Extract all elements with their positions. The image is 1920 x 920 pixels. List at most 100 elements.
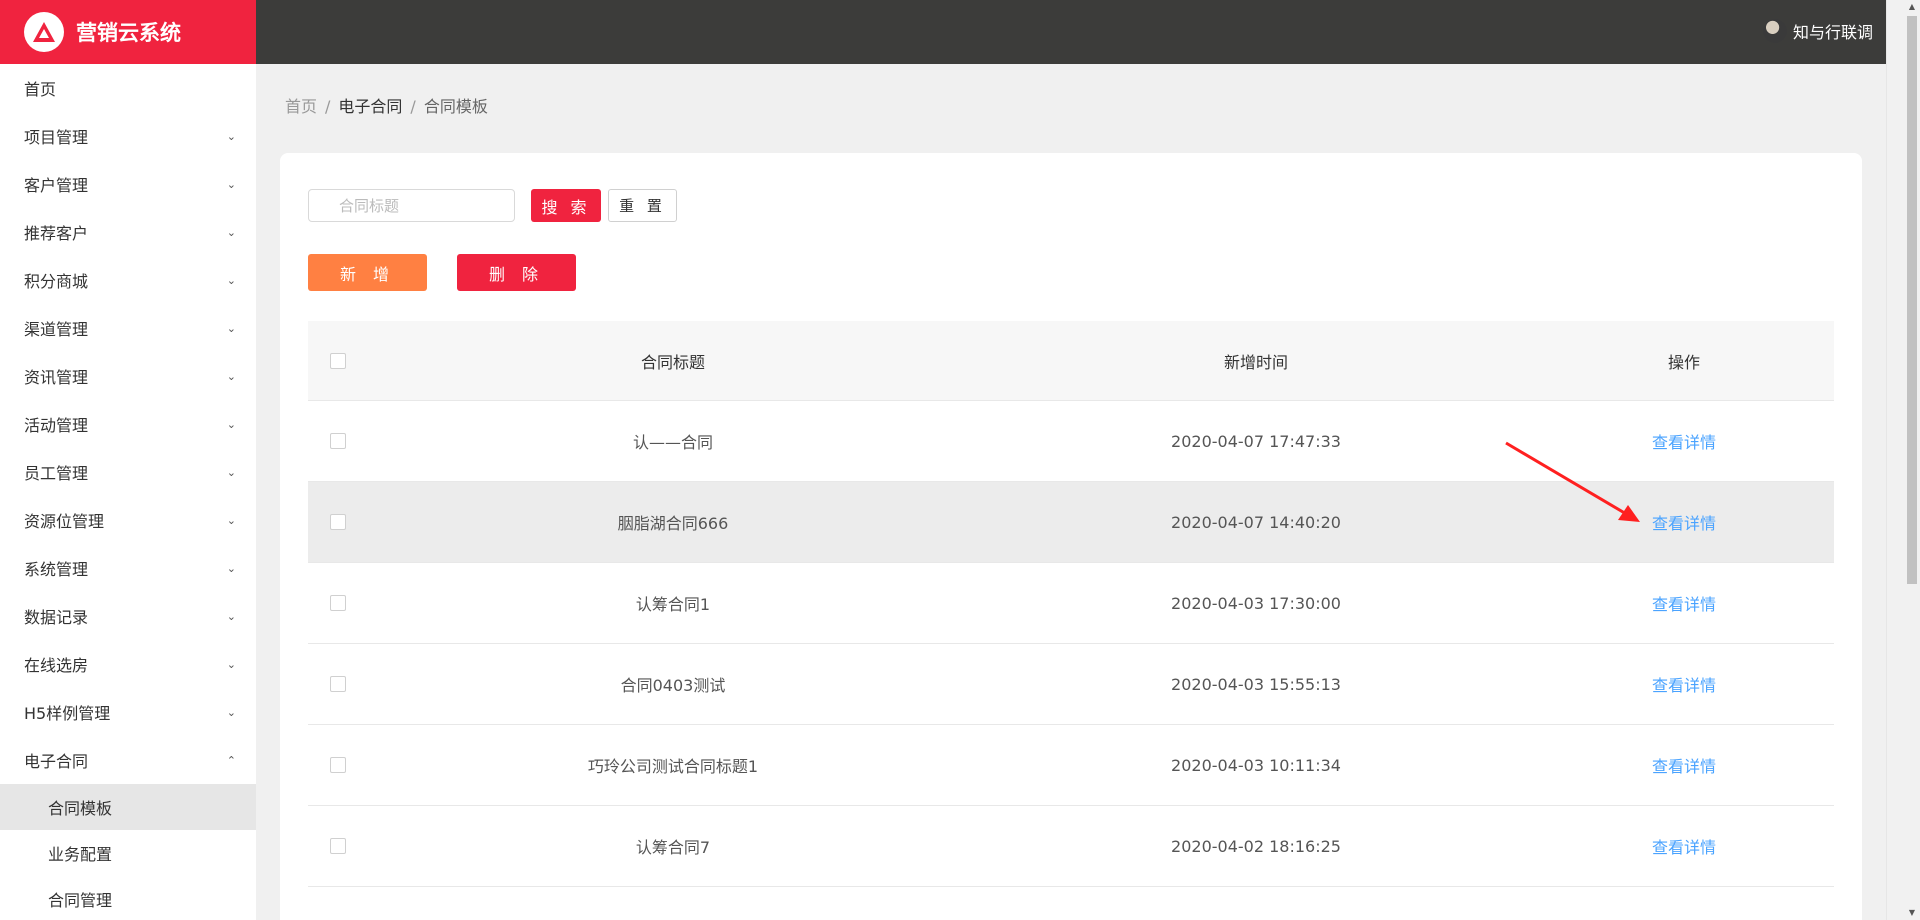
sidebar-item-home[interactable]: 首页	[0, 64, 256, 112]
breadcrumb-section[interactable]: 电子合同	[338, 97, 402, 116]
chevron-down-icon: ⌄	[226, 705, 236, 719]
row-checkbox[interactable]	[330, 838, 346, 854]
sidebar-item-customers[interactable]: 客户管理 ⌄	[0, 160, 256, 208]
cell-title: 胭脂湖合同666	[617, 514, 729, 533]
view-details-link[interactable]: 查看详情	[1652, 595, 1716, 614]
row-checkbox[interactable]	[330, 595, 346, 611]
app-title: 营销云系统	[76, 21, 181, 45]
sidebar-item-label: 首页	[24, 80, 57, 99]
breadcrumb-home[interactable]: 首页	[285, 97, 317, 116]
cell-time: 2020-04-07 14:40:20	[1171, 512, 1341, 532]
sidebar-subitem-label: 合同管理	[48, 891, 113, 910]
cell-time: 2020-04-03 15:55:13	[1171, 674, 1341, 694]
sidebar-item-e-contract[interactable]: 电子合同 ⌃	[0, 736, 256, 784]
sidebar-item-label: 渠道管理	[24, 320, 89, 339]
chevron-down-icon: ⌄	[226, 417, 236, 431]
sidebar-item-label: 员工管理	[24, 464, 89, 483]
sidebar: 营销云系统 首页 项目管理 ⌄ 客户管理 ⌄ 推荐客户 ⌄ 积分商城 ⌄ 渠道管理 ⌄ 资…	[0, 0, 256, 920]
breadcrumb-separator: /	[410, 97, 416, 116]
cell-time: 2020-04-07 17:47:33	[1171, 431, 1341, 451]
row-checkbox[interactable]	[330, 433, 346, 449]
column-header-operation: 操作	[1667, 352, 1700, 372]
search-button[interactable]: 搜 索	[531, 189, 601, 222]
chevron-down-icon: ⌄	[226, 465, 236, 479]
sidebar-subitem-label: 合同模板	[48, 799, 113, 818]
sidebar-subitem-contract-management[interactable]: 合同管理	[0, 876, 256, 920]
select-all-checkbox[interactable]	[330, 352, 346, 369]
sidebar-item-label: 电子合同	[24, 752, 89, 771]
sidebar-subitem-contract-template[interactable]: 合同模板	[0, 784, 256, 830]
view-details-link[interactable]: 查看详情	[1652, 676, 1716, 695]
chevron-down-icon: ⌄	[226, 225, 236, 239]
sidebar-item-online-housing[interactable]: 在线选房 ⌄	[0, 640, 256, 688]
cell-title: 巧玲公司测试合同标题1	[587, 757, 759, 776]
cell-title: 认——合同	[632, 433, 713, 452]
sidebar-item-activities[interactable]: 活动管理 ⌄	[0, 400, 256, 448]
chevron-down-icon: ⌄	[226, 513, 236, 527]
scroll-down-icon[interactable]: ▼	[1907, 906, 1917, 920]
sidebar-item-label: 资讯管理	[24, 368, 89, 387]
contract-title-search-input[interactable]	[308, 189, 515, 222]
user-menu[interactable]: 知与行联调	[1762, 19, 1873, 43]
column-header-time: 新增时间	[1223, 352, 1288, 372]
cell-time: 2020-04-03 17:30:00	[1171, 593, 1341, 613]
sidebar-item-h5-samples[interactable]: H5样例管理 ⌄	[0, 688, 256, 736]
reset-button[interactable]: 重 置	[608, 189, 677, 222]
cell-title: 合同0403测试	[620, 676, 726, 695]
sidebar-subitem-label: 业务配置	[48, 845, 113, 864]
view-details-link[interactable]: 查看详情	[1652, 514, 1716, 533]
delete-button[interactable]: 删 除	[457, 254, 576, 291]
sidebar-item-channels[interactable]: 渠道管理 ⌄	[0, 304, 256, 352]
cell-title: 认筹合同7	[635, 838, 711, 857]
triangle-logo-icon	[24, 12, 64, 52]
breadcrumb-current: 合同模板	[423, 97, 488, 116]
page-scrollbar[interactable]: ▲ ▼	[1886, 0, 1920, 920]
annotation-arrow-icon	[1505, 441, 1640, 522]
view-details-link[interactable]: 查看详情	[1652, 433, 1716, 452]
sidebar-item-label: 项目管理	[24, 128, 89, 147]
cell-time: 2020-04-03 10:11:34	[1171, 755, 1341, 775]
sidebar-item-staff[interactable]: 员工管理 ⌄	[0, 448, 256, 496]
logo-bar: 营销云系统	[0, 0, 256, 64]
sidebar-item-system[interactable]: 系统管理 ⌄	[0, 544, 256, 592]
sidebar-item-label: 数据记录	[24, 608, 89, 627]
top-bar: 知与行联调	[256, 0, 1886, 64]
breadcrumb-separator: /	[325, 97, 331, 116]
sidebar-item-label: 活动管理	[24, 416, 89, 435]
chevron-down-icon: ⌄	[226, 369, 236, 383]
sidebar-item-points-mall[interactable]: 积分商城 ⌄	[0, 256, 256, 304]
view-details-link[interactable]: 查看详情	[1652, 838, 1716, 857]
sidebar-menu: 首页 项目管理 ⌄ 客户管理 ⌄ 推荐客户 ⌄ 积分商城 ⌄ 渠道管理 ⌄ 资讯管理 ⌄ 活…	[0, 64, 256, 920]
view-details-link[interactable]: 查看详情	[1652, 757, 1716, 776]
add-button[interactable]: 新 增	[308, 254, 427, 291]
username: 知与行联调	[1792, 23, 1873, 42]
table-row: 巧玲公司测试合同标题1 2020-04-03 10:11:34 查看详情	[308, 725, 1834, 806]
sidebar-subitem-business-config[interactable]: 业务配置	[0, 830, 256, 876]
sidebar-item-resource-slots[interactable]: 资源位管理 ⌄	[0, 496, 256, 544]
row-checkbox[interactable]	[330, 514, 346, 530]
scrollbar-thumb[interactable]	[1907, 16, 1917, 584]
sidebar-item-data-records[interactable]: 数据记录 ⌄	[0, 592, 256, 640]
row-checkbox[interactable]	[330, 676, 346, 692]
sidebar-item-label: 积分商城	[24, 272, 89, 291]
sidebar-item-news[interactable]: 资讯管理 ⌄	[0, 352, 256, 400]
content-card: 搜 索 重 置 新 增 删 除 合同标题 新增时间 操作 认——合同 2020-…	[280, 153, 1862, 920]
sidebar-item-label: 客户管理	[24, 176, 89, 195]
table-row: 认筹合同1 2020-04-03 17:30:00 查看详情	[308, 563, 1834, 644]
table-header: 合同标题 新增时间 操作	[308, 321, 1834, 401]
sidebar-item-label: 系统管理	[24, 560, 89, 579]
chevron-up-icon: ⌃	[226, 753, 236, 767]
sidebar-item-projects[interactable]: 项目管理 ⌄	[0, 112, 256, 160]
chevron-down-icon: ⌄	[226, 273, 236, 287]
chevron-down-icon: ⌄	[226, 609, 236, 623]
cell-time: 2020-04-02 18:16:25	[1171, 836, 1341, 856]
sidebar-item-referrals[interactable]: 推荐客户 ⌄	[0, 208, 256, 256]
chevron-down-icon: ⌄	[226, 321, 236, 335]
row-checkbox[interactable]	[330, 757, 346, 773]
table-row: 认筹合同7 2020-04-02 18:16:25 查看详情	[308, 806, 1834, 887]
chevron-down-icon: ⌄	[226, 177, 236, 191]
table-row: 合同0403测试 2020-04-03 15:55:13 查看详情	[308, 644, 1834, 725]
contract-template-table: 合同标题 新增时间 操作 认——合同 2020-04-07 17:47:33 查…	[308, 321, 1834, 887]
scroll-up-icon[interactable]: ▲	[1907, 0, 1917, 14]
chevron-down-icon: ⌄	[226, 129, 236, 143]
